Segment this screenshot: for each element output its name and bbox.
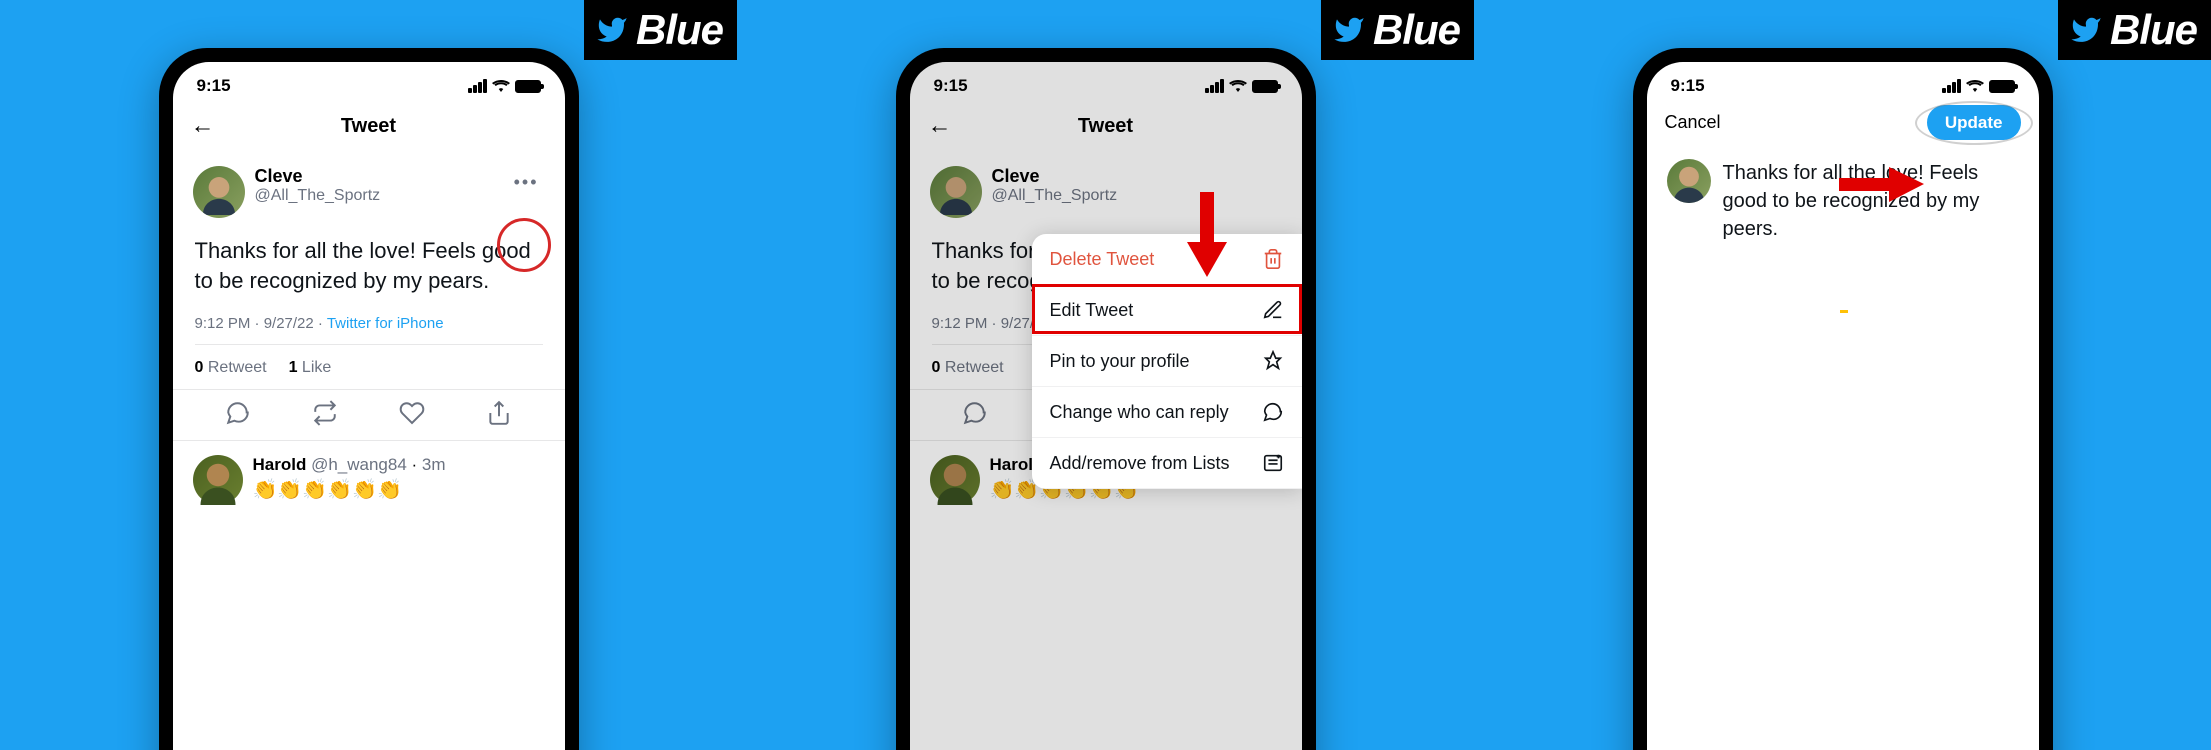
tweet-header: Cleve @All_The_Sportz ••• (173, 154, 565, 218)
engagement-row: 0 Retweet 1 Like (173, 347, 565, 389)
status-time: 9:15 (1671, 76, 1705, 96)
twitter-blue-badge: Blue (1321, 0, 1474, 60)
panel-step-2: Blue 9:15 ← Tweet Clev (737, 0, 1474, 750)
reply-item[interactable]: Harold @h_wang84 · 3m 👏👏👏👏👏👏 (173, 441, 565, 505)
twitter-bird-icon (2070, 14, 2102, 46)
panel-step-3: Blue 9:15 Cancel Update (1474, 0, 2211, 750)
tweet-actions-menu: Delete Tweet Edit Tweet Pin to your prof… (1032, 234, 1302, 489)
twitter-blue-badge: Blue (584, 0, 737, 60)
twitter-bird-icon (596, 14, 628, 46)
wifi-icon (492, 79, 510, 93)
author-handle[interactable]: @All_The_Sportz (255, 187, 498, 205)
retweets-count[interactable]: 0 Retweet (195, 359, 267, 377)
status-time: 9:15 (934, 76, 968, 96)
phone-frame: 9:15 ← Tweet Cleve @All_The_Sportz (159, 48, 579, 750)
author-avatar[interactable] (930, 166, 982, 218)
signal-icon (468, 79, 487, 93)
battery-icon (1989, 80, 2015, 93)
tweet-text: Thanks for all the love! Feels good to b… (173, 218, 565, 305)
menu-change-reply[interactable]: Change who can reply (1032, 387, 1302, 438)
phone-frame: 9:15 ← Tweet Cleve @All_The_Sportz (896, 48, 1316, 750)
battery-icon (1252, 80, 1278, 93)
cancel-button[interactable]: Cancel (1665, 112, 1721, 133)
tweet-header: Cleve @All_The_Sportz (910, 154, 1302, 218)
reply-body: 👏👏👏👏👏👏 (253, 475, 446, 502)
phone-screen: 9:15 ← Tweet Cleve @All_The_Sportz (910, 62, 1302, 750)
nav-bar-compose: Cancel Update (1647, 104, 2039, 147)
nav-bar: ← Tweet (910, 104, 1302, 154)
menu-add-remove-lists[interactable]: Add/remove from Lists (1032, 438, 1302, 489)
update-button[interactable]: Update (1927, 105, 2021, 140)
tweet-meta: 9:12 PM · 9/27/22 · Twitter for iPhone (173, 305, 565, 342)
comment-icon (1262, 401, 1284, 423)
reply-header: Harold @h_wang84 · 3m (253, 455, 446, 475)
reply-icon[interactable] (225, 400, 251, 426)
reply-avatar[interactable] (193, 455, 243, 505)
menu-pin-profile[interactable]: Pin to your profile (1032, 336, 1302, 387)
author-handle[interactable]: @All_The_Sportz (992, 187, 1282, 205)
trash-icon (1262, 248, 1284, 270)
menu-edit-tweet[interactable]: Edit Tweet (1032, 285, 1302, 336)
like-icon[interactable] (399, 400, 425, 426)
reply-avatar[interactable] (930, 455, 980, 505)
author-name[interactable]: Cleve (992, 166, 1282, 187)
status-bar: 9:15 (173, 62, 565, 104)
panel-step-1: Blue 9:15 ← Tweet Clev (0, 0, 737, 750)
likes-count[interactable]: 1 Like (289, 359, 332, 377)
share-icon[interactable] (486, 400, 512, 426)
phone-screen: 9:15 Cancel Update Thanks (1647, 62, 2039, 750)
pencil-icon (1262, 299, 1284, 321)
retweets-count[interactable]: 0 Retweet (932, 359, 1004, 377)
list-add-icon (1262, 452, 1284, 474)
wifi-icon (1229, 79, 1247, 93)
signal-icon (1205, 79, 1224, 93)
text-cursor (1647, 303, 2039, 321)
status-bar: 9:15 (1647, 62, 2039, 104)
battery-icon (515, 80, 541, 93)
back-arrow-icon[interactable]: ← (191, 112, 215, 140)
nav-bar: ← Tweet (173, 104, 565, 154)
tweet-composer[interactable]: Thanks for all the love! Feels good to b… (1647, 147, 2039, 243)
back-arrow-icon[interactable]: ← (928, 112, 952, 140)
signal-icon (1942, 79, 1961, 93)
author-avatar[interactable] (1667, 159, 1711, 203)
more-options-button[interactable]: ••• (508, 166, 545, 199)
pin-icon (1262, 350, 1284, 372)
retweet-icon[interactable] (312, 400, 338, 426)
tweet-source[interactable]: Twitter for iPhone (327, 315, 444, 332)
page-title: Tweet (341, 115, 396, 138)
menu-delete-tweet[interactable]: Delete Tweet (1032, 234, 1302, 285)
status-bar: 9:15 (910, 62, 1302, 104)
wifi-icon (1966, 79, 1984, 93)
twitter-blue-badge: Blue (2058, 0, 2211, 60)
compose-text-area[interactable]: Thanks for all the love! Feels good to b… (1723, 159, 2019, 243)
author-avatar[interactable] (193, 166, 245, 218)
action-row (173, 389, 565, 441)
phone-screen: 9:15 ← Tweet Cleve @All_The_Sportz (173, 62, 565, 750)
page-title: Tweet (1078, 115, 1133, 138)
phone-frame: 9:15 Cancel Update Thanks (1633, 48, 2053, 750)
reply-icon[interactable] (962, 400, 988, 426)
status-time: 9:15 (197, 76, 231, 96)
twitter-bird-icon (1333, 14, 1365, 46)
author-name[interactable]: Cleve (255, 166, 498, 187)
